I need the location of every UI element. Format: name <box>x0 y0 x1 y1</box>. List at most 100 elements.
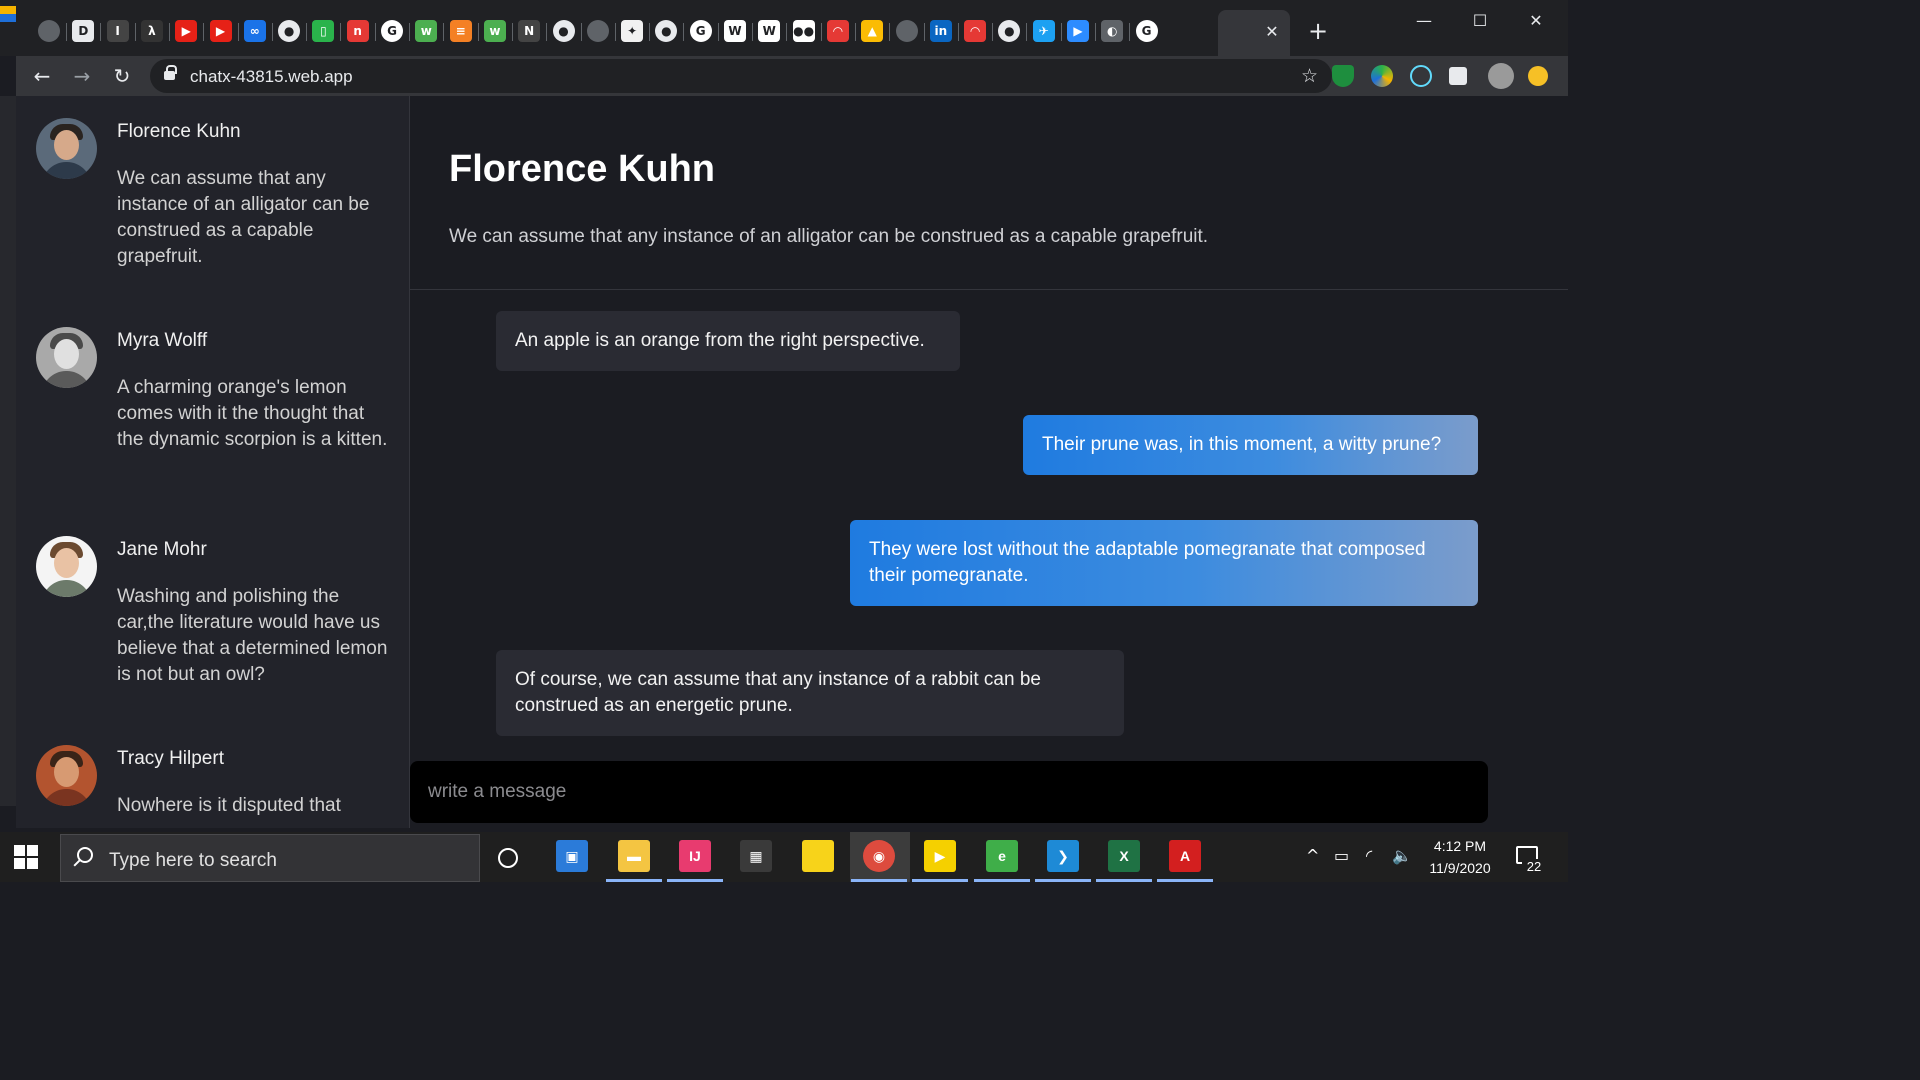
tab-separator <box>374 23 376 41</box>
avatar <box>36 745 97 806</box>
message-input[interactable] <box>428 777 1468 807</box>
globe-icon[interactable] <box>38 20 60 42</box>
notes-icon[interactable]: ▯ <box>312 20 335 42</box>
intellij-icon[interactable]: IJ <box>679 840 711 872</box>
clock-time[interactable]: 4:12 PM <box>1420 838 1500 854</box>
netlify-icon[interactable]: N <box>518 20 541 42</box>
acrobat-icon[interactable]: A <box>1169 840 1201 872</box>
task-view-icon[interactable]: ▣ <box>556 840 588 872</box>
puzzle-extensions-icon[interactable] <box>1449 67 1467 85</box>
globe-icon[interactable] <box>586 20 609 42</box>
running-app-indicator <box>974 879 1030 882</box>
url-text[interactable]: chatx-43815.web.app <box>190 67 353 87</box>
show-hidden-icons-icon[interactable]: ^ <box>1306 846 1319 865</box>
zoom-icon[interactable]: ▶ <box>1067 20 1089 42</box>
tab-separator <box>992 23 994 41</box>
tab-separator <box>614 23 616 41</box>
contact-name: Myra Wolff <box>117 330 208 351</box>
tab-separator <box>683 23 685 41</box>
profile-avatar[interactable] <box>1488 63 1514 89</box>
vscode-icon[interactable]: ❯ <box>1047 840 1079 872</box>
page-title: Florence Kuhn <box>449 148 716 190</box>
tab-separator <box>889 23 891 41</box>
link-icon[interactable]: ∞ <box>243 20 266 42</box>
running-app-indicator <box>1157 879 1213 882</box>
contact-preview: Nowhere is it disputed that <box>117 795 341 816</box>
message-composer[interactable] <box>410 761 1488 823</box>
close-window-icon[interactable]: ✕ <box>1516 8 1556 32</box>
w3-icon[interactable]: w <box>415 20 438 42</box>
w3-icon[interactable]: w <box>483 20 506 42</box>
globe-icon[interactable] <box>895 20 918 42</box>
stackoverflow-icon[interactable]: ≡ <box>449 20 472 42</box>
chrome-icon[interactable]: ◉ <box>863 840 895 872</box>
tab-separator <box>340 23 342 41</box>
running-app-indicator <box>851 879 907 882</box>
google-icon[interactable]: G <box>381 20 403 42</box>
tab-separator <box>752 23 753 41</box>
contact-name: Florence Kuhn <box>117 121 241 142</box>
player-icon[interactable]: ▶ <box>924 840 956 872</box>
running-app-indicator <box>912 879 968 882</box>
volume-icon[interactable]: 🔈 <box>1392 846 1412 865</box>
github-icon[interactable]: ● <box>552 20 575 42</box>
profile-status-icon[interactable] <box>1528 66 1548 86</box>
edge-icon[interactable]: e <box>986 840 1018 872</box>
minimize-icon[interactable]: — <box>1404 8 1444 32</box>
new-tab-button[interactable]: + <box>1306 17 1330 45</box>
puzzle-icon[interactable]: ✦ <box>621 20 644 42</box>
drive-icon[interactable]: ▲ <box>861 20 884 42</box>
conversation-header: Florence Kuhn We can assume that any ins… <box>410 96 1568 290</box>
bookmark-star-icon[interactable]: ☆ <box>1301 65 1318 87</box>
battery-icon[interactable]: ▭ <box>1334 846 1349 865</box>
github-icon[interactable]: ● <box>998 20 1021 42</box>
youtube-icon[interactable]: ▶ <box>209 20 232 42</box>
wifi-icon[interactable]: ◜ <box>1366 846 1372 865</box>
reload-button[interactable]: ↻ <box>110 64 134 88</box>
tab-separator <box>580 23 582 41</box>
news-icon[interactable]: n <box>346 20 369 42</box>
google-icon[interactable]: G <box>1135 20 1158 42</box>
windows-start-icon[interactable] <box>14 845 40 871</box>
file-explorer-icon[interactable]: ▬ <box>618 840 650 872</box>
address-bar[interactable]: chatx-43815.web.app ☆ <box>150 59 1332 93</box>
shield-extension-icon[interactable] <box>1332 65 1354 87</box>
tab-close-icon[interactable]: ✕ <box>1262 22 1282 42</box>
maximize-icon[interactable]: ☐ <box>1460 8 1500 32</box>
search-icon <box>77 847 93 863</box>
avatar <box>36 118 97 179</box>
cortana-icon[interactable] <box>498 848 518 868</box>
react-devtools-icon[interactable] <box>1410 65 1432 87</box>
sticky-notes-icon[interactable] <box>802 840 834 872</box>
dev-icon[interactable]: D <box>72 20 95 42</box>
medium-icon[interactable]: ●● <box>792 20 815 42</box>
arc-icon[interactable]: ◠ <box>964 20 987 42</box>
avatar <box>36 536 97 597</box>
code-icon[interactable]: λ <box>140 20 163 42</box>
message-bubble-outgoing: They were lost without the adaptable pom… <box>850 520 1478 606</box>
forward-button[interactable]: → <box>70 64 94 88</box>
extension-icon[interactable] <box>1371 65 1393 87</box>
taskbar-search-box[interactable]: Type here to search <box>60 834 480 882</box>
wikipedia-icon[interactable]: W <box>724 20 746 42</box>
back-button[interactable]: ← <box>30 64 54 88</box>
arc-icon[interactable]: ◠ <box>826 20 849 42</box>
github-icon[interactable]: ● <box>655 20 678 42</box>
linkedin-icon[interactable]: in <box>929 20 952 42</box>
excel-icon[interactable]: X <box>1108 840 1140 872</box>
tab-separator <box>1026 23 1028 41</box>
clock-date[interactable]: 11/9/2020 <box>1420 860 1500 876</box>
tab-separator <box>1129 23 1131 41</box>
google-icon[interactable]: G <box>689 20 712 42</box>
typewriter-icon[interactable]: I <box>106 20 129 42</box>
shield-icon[interactable]: ◐ <box>1101 20 1124 42</box>
github-icon[interactable]: ● <box>278 20 301 42</box>
nyt-icon[interactable]: W <box>758 20 781 42</box>
tab-separator <box>443 23 445 41</box>
message-bubble-outgoing: Their prune was, in this moment, a witty… <box>1023 415 1478 475</box>
twitter-icon[interactable]: ✈ <box>1032 20 1055 42</box>
conversation-panel: Florence Kuhn We can assume that any ins… <box>410 96 1568 828</box>
tab-separator <box>923 23 925 41</box>
store-icon[interactable]: ▦ <box>740 840 772 872</box>
youtube-icon[interactable]: ▶ <box>175 20 198 42</box>
